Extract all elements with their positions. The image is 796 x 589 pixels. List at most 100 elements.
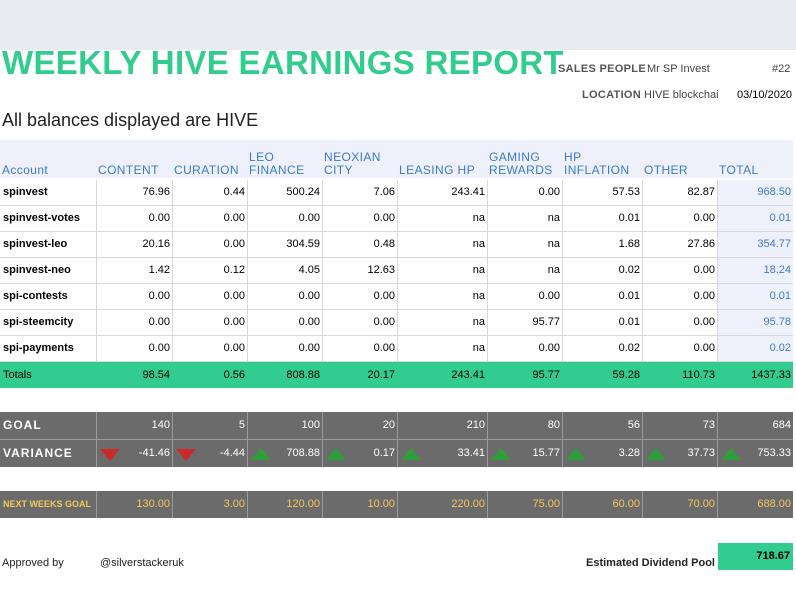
cell-leasing-hp: na [472, 290, 485, 302]
cell-curation: 0.00 [223, 316, 245, 328]
cell-leo-finance: 500.24 [286, 186, 320, 198]
location-value: HIVE blockchai [644, 89, 719, 101]
cell-divider [487, 232, 488, 258]
arrow-down-icon-shape [176, 449, 196, 461]
cell-content: 0.00 [148, 212, 170, 224]
cell-divider [397, 412, 398, 439]
cell-divider [247, 412, 248, 439]
cell-leasing-hp: na [472, 238, 485, 250]
cell-account: spinvest-leo [3, 238, 68, 250]
next-goal-total: 688.00 [757, 498, 791, 510]
col-header-hp-inflation: HP INFLATION [564, 151, 629, 177]
arrow-up-icon [251, 447, 271, 465]
cell-divider [322, 440, 323, 467]
next-goal-curation: 3.00 [223, 498, 245, 510]
cell-leasing-hp: 243.41 [451, 186, 485, 198]
variance-leo-finance: 708.88 [286, 447, 320, 459]
goal-hp-inflation: 56 [627, 419, 640, 431]
cell-hp-inflation: 0.02 [618, 342, 640, 354]
totals-leasing-hp: 243.41 [451, 369, 485, 381]
cell-divider [642, 412, 643, 439]
cell-divider [247, 232, 248, 258]
cell-divider [487, 206, 488, 232]
totals-account: Totals [3, 369, 32, 381]
cell-divider [487, 412, 488, 439]
cell-divider [96, 336, 97, 362]
cell-divider [397, 491, 398, 518]
cell-other: 0.00 [693, 212, 715, 224]
next-goal-other: 70.00 [687, 498, 715, 510]
cell-divider [172, 232, 173, 258]
col-header-content: CONTENT [98, 164, 159, 177]
cell-account: spinvest-votes [3, 212, 81, 224]
cell-divider [247, 284, 248, 310]
cell-neoxian-city: 0.00 [373, 290, 395, 302]
variance-label: VARIANCE [3, 446, 73, 460]
cell-divider [247, 491, 248, 518]
cell-gaming-rewards: na [547, 212, 560, 224]
cell-divider [717, 310, 718, 336]
cell-other: 0.00 [693, 316, 715, 328]
col-header-leasing-hp: LEASING HP [399, 164, 475, 177]
cell-content: 76.96 [142, 186, 170, 198]
cell-content: 0.00 [148, 342, 170, 354]
arrow-up-icon-shape [251, 448, 271, 460]
goal-leo-finance: 100 [301, 419, 320, 431]
cell-total: 0.01 [769, 290, 791, 302]
cell-divider [487, 336, 488, 362]
arrow-up-icon [326, 447, 346, 465]
cell-leo-finance: 4.05 [298, 264, 320, 276]
arrow-up-icon-shape [401, 448, 421, 460]
cell-total: 0.01 [769, 212, 791, 224]
cell-leo-finance: 304.59 [286, 238, 320, 250]
arrow-up-icon [646, 447, 666, 465]
variance-curation: -4.44 [219, 447, 245, 459]
cell-divider [562, 336, 563, 362]
cell-hp-inflation: 0.01 [618, 212, 640, 224]
cell-divider [322, 284, 323, 310]
arrow-up-icon-shape [721, 448, 741, 460]
sales-people-label: SALES PEOPLE [558, 63, 646, 75]
arrow-up-icon [491, 447, 511, 465]
approved-by-label: Approved by [2, 557, 64, 569]
next-goal-leasing-hp: 220.00 [451, 498, 485, 510]
cell-account: spi-steemcity [3, 316, 74, 328]
cell-divider [717, 491, 718, 518]
cell-divider [172, 336, 173, 362]
next-goal-content: 130.00 [136, 498, 170, 510]
top-band [0, 0, 796, 50]
cell-divider [322, 180, 323, 206]
cell-account: spinvest-neo [3, 264, 71, 276]
dividend-pool-value: 718.67 [718, 543, 793, 570]
cell-divider [397, 258, 398, 284]
cell-divider [562, 491, 563, 518]
col-header-other: OTHER [644, 164, 688, 177]
table-row: spinvest-leo 20.16 0.00 304.59 0.48 na na 1.68 2… [0, 232, 793, 258]
cell-divider [562, 232, 563, 258]
totals-curation: 0.56 [223, 369, 245, 381]
table-row: spinvest-votes 0.00 0.00 0.00 0.00 na na 0.01 0.… [0, 206, 793, 232]
cell-content: 1.42 [148, 264, 170, 276]
cell-neoxian-city: 0.00 [373, 212, 395, 224]
cell-content: 0.00 [148, 316, 170, 328]
cell-divider [397, 284, 398, 310]
arrow-down-icon-shape [100, 449, 120, 461]
cell-divider [717, 440, 718, 467]
col-header-curation: CURATION [174, 164, 239, 177]
cell-divider [487, 180, 488, 206]
cell-divider [172, 310, 173, 336]
table-row: spi-contests 0.00 0.00 0.00 0.00 na 0.00 0.01 0.… [0, 284, 793, 310]
cell-leo-finance: 0.00 [298, 212, 320, 224]
col-header-line2: Account [2, 163, 49, 177]
cell-leasing-hp: na [472, 316, 485, 328]
arrow-up-icon [721, 447, 741, 465]
cell-total: 0.02 [769, 342, 791, 354]
arrow-up-icon-shape [491, 448, 511, 460]
cell-divider [642, 440, 643, 467]
goal-content: 140 [151, 419, 170, 431]
arrow-down-icon [100, 448, 120, 466]
cell-divider [322, 491, 323, 518]
arrow-up-icon [566, 447, 586, 465]
cell-leo-finance: 0.00 [298, 342, 320, 354]
cell-divider [397, 180, 398, 206]
